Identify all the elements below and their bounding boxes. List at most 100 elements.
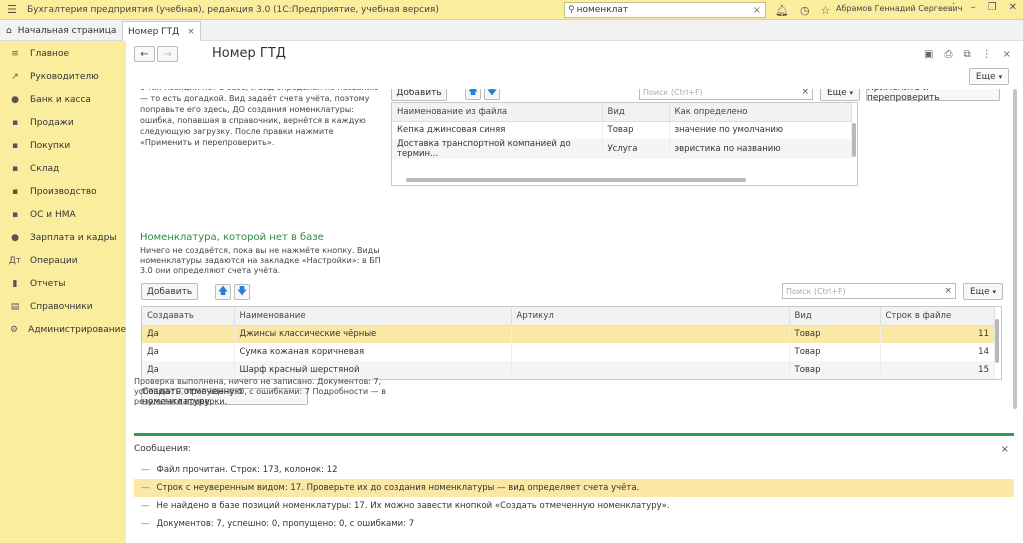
move-down-button[interactable]: 🡇: [484, 89, 500, 100]
sidebar-item[interactable]: Дт Операции: [0, 249, 126, 272]
sidebar-item[interactable]: ≡ Главное: [0, 42, 126, 65]
table-vscroll[interactable]: [851, 123, 857, 173]
global-search-input[interactable]: ⚲ номенклат ×: [564, 2, 766, 18]
menu-icon[interactable]: ☰: [3, 3, 21, 16]
close-icon[interactable]: ×: [1003, 49, 1011, 60]
message-text: Строк с неуверенным видом: 17. Проверьте…: [156, 483, 640, 493]
clear-icon[interactable]: ×: [944, 286, 952, 296]
search-input-top[interactable]: Поиск (Ctrl+F) ×: [639, 89, 813, 100]
messages-close-icon[interactable]: ×: [1001, 444, 1009, 455]
table-hscroll[interactable]: [392, 175, 857, 185]
column-header[interactable]: Наименование: [234, 307, 512, 326]
message-item[interactable]: — Строк с неуверенным видом: 17. Проверьт…: [134, 479, 1014, 497]
bell-icon[interactable]: 🔔︎: [775, 4, 789, 17]
more-button-top[interactable]: Еще ▾: [820, 89, 860, 101]
history-icon[interactable]: ◷: [800, 4, 810, 17]
save-icon[interactable]: ▣: [924, 49, 933, 60]
tab-document[interactable]: Номер ГТД ×: [122, 21, 201, 41]
close-icon[interactable]: ✕: [1009, 2, 1017, 13]
messages-title: Сообщения:: [134, 444, 192, 454]
star-icon[interactable]: ☆: [821, 4, 831, 17]
missing-nomenclature-table[interactable]: Создавать Наименование Артикул Вид Строк…: [141, 306, 1002, 380]
column-header[interactable]: Строк в файле: [880, 307, 995, 326]
message-text: Файл прочитан. Строк: 173, колонок: 12: [156, 465, 338, 475]
table-cell[interactable]: Да: [142, 325, 235, 343]
form-scroll-area[interactable]: с тих позиции нет в базе, и вид определё…: [134, 89, 1010, 411]
table-cell: Услуга: [602, 139, 670, 159]
sidebar-item[interactable]: ▪ Покупки: [0, 134, 126, 157]
form-vscroll[interactable]: [1012, 89, 1018, 419]
sidebar-item[interactable]: ▪ Продажи: [0, 111, 126, 134]
back-button[interactable]: ←: [134, 46, 155, 62]
forward-button[interactable]: →: [157, 46, 178, 62]
table-cell: Джинсы классические чёрные: [234, 325, 512, 343]
message-item[interactable]: — Файл прочитан. Строк: 173, колонок: 12: [134, 461, 1014, 479]
search-placeholder: Поиск (Ctrl+F): [643, 89, 703, 97]
app-title: Бухгалтерия предприятия (учебная), редак…: [27, 4, 439, 15]
sidebar-item-label: Справочники: [30, 301, 93, 312]
dash-icon: —: [141, 483, 150, 493]
more-button-bottom[interactable]: Еще ▾: [963, 283, 1003, 300]
table-cell: Товар: [789, 361, 881, 379]
sidebar-item[interactable]: ↗ Руководителю: [0, 65, 126, 88]
message-text: Не найдено в базе позиций номенклатуры: …: [156, 501, 670, 511]
column-header[interactable]: Вид: [789, 307, 881, 326]
table-cell: [511, 325, 790, 343]
section-icon: ▤: [10, 301, 20, 312]
sidebar-item[interactable]: ▮ Отчеты: [0, 272, 126, 295]
clear-icon[interactable]: ×: [801, 89, 809, 97]
move-up-button[interactable]: 🡅: [465, 89, 481, 100]
column-header[interactable]: Артикул: [511, 307, 790, 326]
uncertain-table[interactable]: Наименование из файла Вид Как определено…: [391, 102, 858, 186]
chevron-down-icon: ▾: [992, 287, 997, 296]
sidebar-item[interactable]: ● Банк и касса: [0, 88, 126, 111]
table-row[interactable]: Да Сумка кожаная коричневая Товар 14: [142, 343, 995, 361]
apply-recheck-button[interactable]: Применить и перепроверить: [866, 89, 1000, 103]
more-button[interactable]: Еще ▾: [969, 68, 1009, 85]
table-row[interactable]: Кепка джинсовая синяя Товар значение по …: [392, 121, 852, 139]
window-controls: ⋮ – ❐ ✕: [949, 2, 1017, 13]
message-item[interactable]: — Документов: 7, успешно: 0, пропущено: 0…: [134, 515, 1014, 533]
sidebar-item-label: Зарплата и кадры: [30, 232, 117, 243]
add-label: Добавить: [396, 89, 442, 98]
column-header[interactable]: Создавать: [142, 307, 235, 326]
clear-search-icon[interactable]: ×: [753, 5, 761, 16]
move-up-button[interactable]: 🡅: [215, 284, 231, 300]
more-icon[interactable]: ⋮: [949, 2, 959, 13]
add-button-top[interactable]: Добавить: [391, 89, 447, 101]
sidebar-item-label: Склад: [30, 163, 60, 174]
arrow-up-icon: 🡅: [467, 89, 479, 97]
sidebar-item-label: Администрирование: [28, 324, 126, 335]
table-vscroll[interactable]: [994, 307, 1001, 379]
sidebar-item[interactable]: ▤ Справочники: [0, 295, 126, 318]
sidebar-item-label: Производство: [30, 186, 97, 197]
maximize-icon[interactable]: ❐: [988, 2, 997, 13]
table-row[interactable]: Доставка транспортной компанией до терми…: [392, 139, 852, 159]
sidebar-item[interactable]: ▪ Склад: [0, 157, 126, 180]
print-icon[interactable]: ⎙: [944, 49, 952, 60]
more-icon[interactable]: ⋮: [982, 49, 992, 60]
column-header[interactable]: Как определено: [669, 103, 852, 122]
sidebar-item[interactable]: ● Зарплата и кадры: [0, 226, 126, 249]
sidebar-item[interactable]: ▪ ОС и НМА: [0, 203, 126, 226]
column-header[interactable]: Вид: [602, 103, 670, 122]
move-down-button[interactable]: 🡇: [234, 284, 250, 300]
add-button[interactable]: Добавить: [141, 283, 198, 300]
search-input[interactable]: Поиск (Ctrl+F) ×: [782, 283, 956, 299]
sidebar-item[interactable]: ⚙ Администрирование: [0, 318, 126, 341]
message-item[interactable]: — Не найдено в базе позиций номенклатуры:…: [134, 497, 1014, 515]
search-icon: ⚲: [568, 5, 575, 15]
tab-doc-label: Номер ГТД: [128, 26, 180, 37]
nav-buttons: ← →: [134, 46, 178, 62]
tab-home[interactable]: ⌂ Начальная страница: [0, 20, 116, 41]
user-name[interactable]: Абрамов Геннадий Сергеевич: [836, 4, 962, 13]
column-header[interactable]: Наименование из файла: [392, 103, 603, 122]
preview-icon[interactable]: ⧉: [963, 49, 970, 60]
result-text: Проверка выполнена, ничего не записано. …: [134, 377, 386, 406]
table-row[interactable]: Да Джинсы классические чёрные Товар 11: [142, 325, 995, 343]
minimize-icon[interactable]: –: [971, 2, 976, 13]
table-cell[interactable]: Да: [142, 343, 235, 361]
sidebar-item[interactable]: ▪ Производство: [0, 180, 126, 203]
sidebar-item-label: Операции: [30, 255, 78, 266]
tab-close-icon[interactable]: ×: [187, 27, 195, 37]
